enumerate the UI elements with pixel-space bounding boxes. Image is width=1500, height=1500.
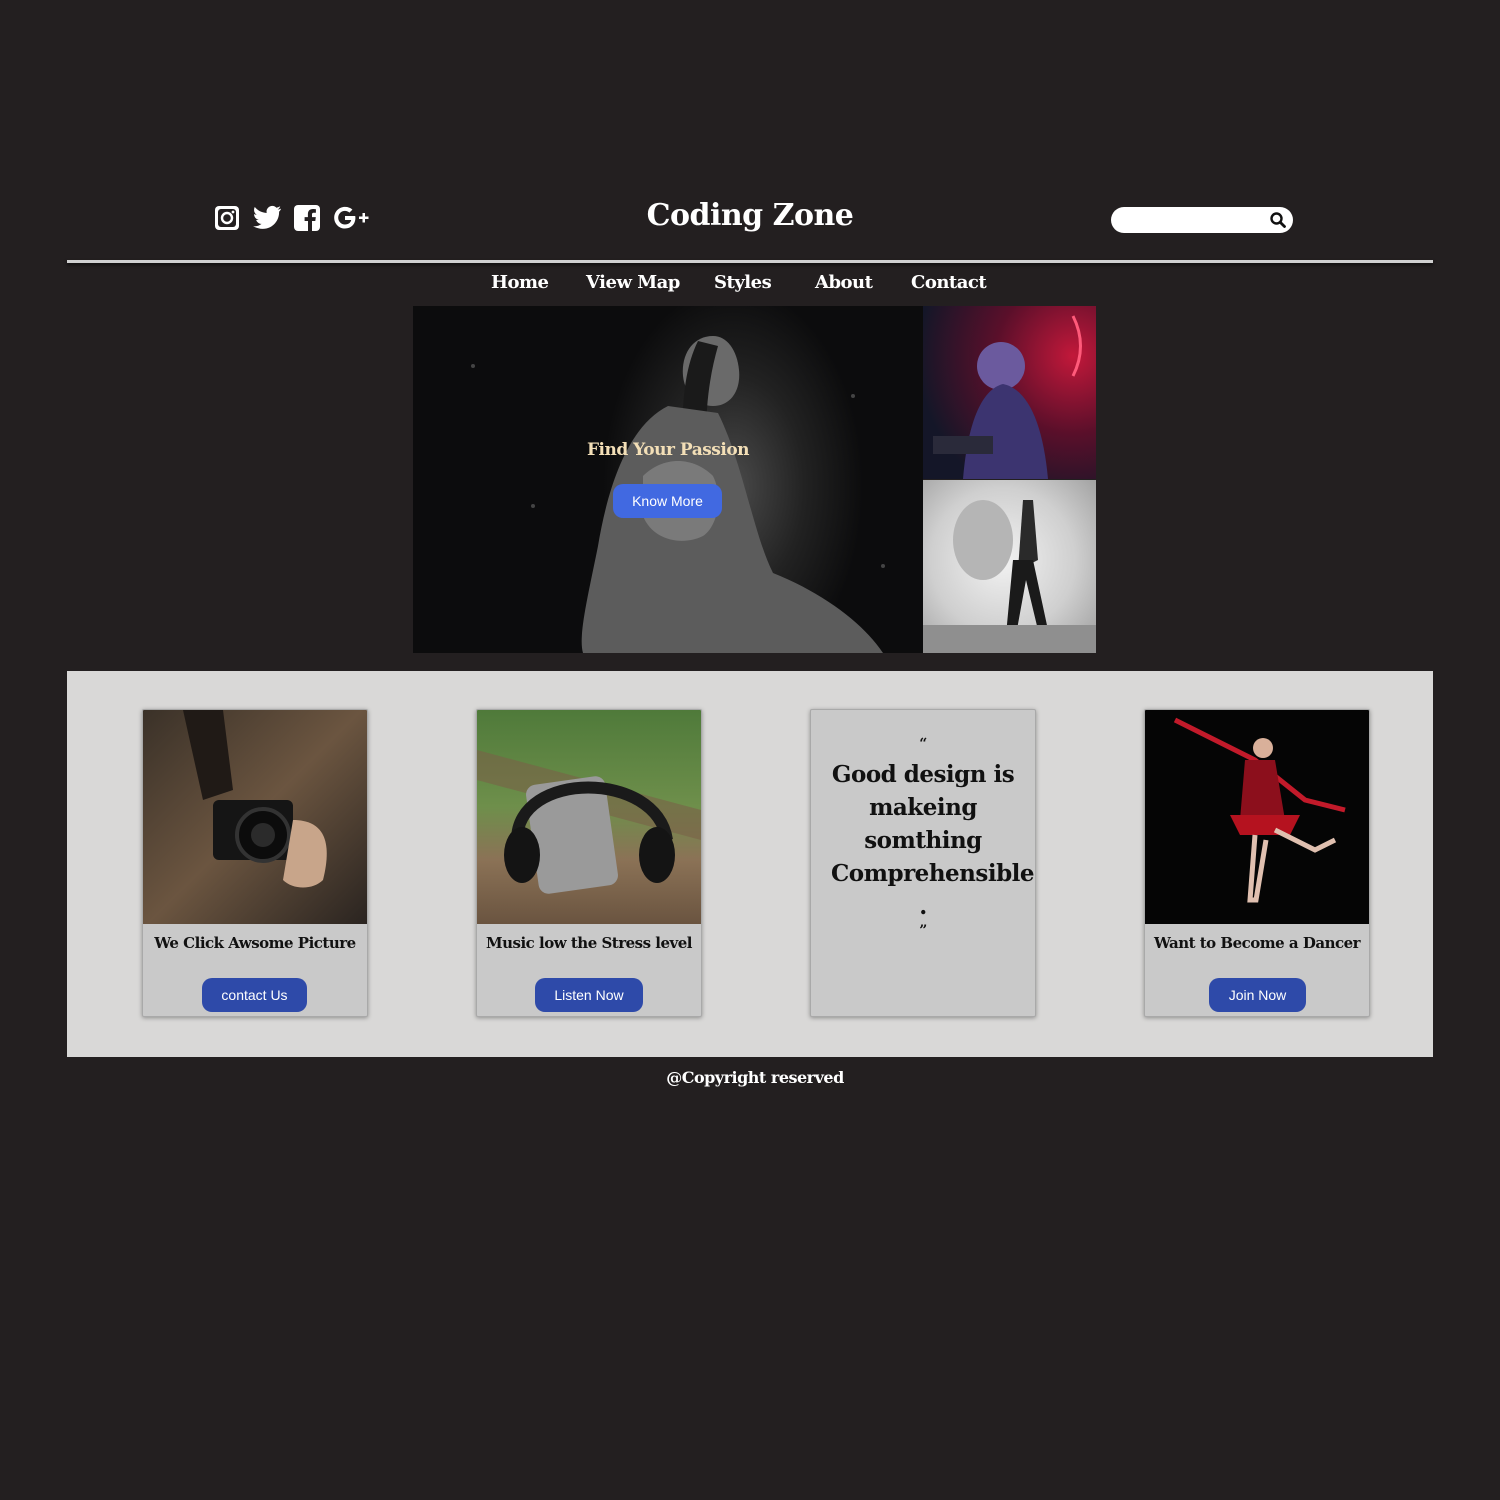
nav-contact[interactable]: Contact	[911, 272, 987, 293]
contact-us-button[interactable]: contact Us	[202, 978, 307, 1012]
dancer-image	[1145, 710, 1369, 924]
features-section: We Click Awsome Picture contact Us Music…	[67, 671, 1433, 1057]
quote-open-mark: “	[919, 736, 927, 752]
hero-title: Find Your Passion	[586, 440, 750, 460]
nav-view-map[interactable]: View Map	[586, 272, 680, 293]
main-nav: Home View Map Styles About Contact	[0, 272, 1500, 298]
listen-now-button[interactable]: Listen Now	[535, 978, 643, 1012]
card-quote: “ Good design is makeing somthing Compre…	[810, 709, 1036, 1017]
nav-about[interactable]: About	[815, 272, 873, 293]
copyright-text: @Copyright reserved	[666, 1068, 844, 1087]
join-now-button[interactable]: Join Now	[1209, 978, 1306, 1012]
camera-image	[143, 710, 367, 924]
nav-home[interactable]: Home	[491, 272, 549, 293]
hero-banner: Find Your Passion Know More	[413, 306, 923, 653]
hero-woman-image	[471, 336, 885, 653]
headphones-image	[477, 710, 701, 924]
dancer-sketch-image	[923, 480, 1096, 653]
card-title: We Click Awsome Picture	[154, 934, 356, 952]
quote-block: “ Good design is makeing somthing Compre…	[811, 736, 1035, 939]
card-photography: We Click Awsome Picture contact Us	[142, 709, 368, 1017]
nav-styles[interactable]: Styles	[714, 272, 772, 293]
quote-close-mark: ”	[919, 923, 927, 939]
card-music: Music low the Stress level Listen Now	[476, 709, 702, 1017]
card-dance: Want to Become a Dancer Join Now	[1144, 709, 1370, 1017]
singer-image	[923, 306, 1096, 479]
search-box[interactable]	[1111, 207, 1293, 233]
header-divider	[67, 260, 1433, 263]
card-title: Want to Become a Dancer	[1153, 934, 1361, 952]
quote-text: Good design is makeing somthing Comprehe…	[831, 761, 1035, 920]
search-icon[interactable]	[1269, 211, 1287, 229]
search-input[interactable]	[1121, 210, 1265, 232]
card-title: Music low the Stress level	[486, 934, 692, 952]
know-more-button[interactable]: Know More	[613, 484, 722, 518]
